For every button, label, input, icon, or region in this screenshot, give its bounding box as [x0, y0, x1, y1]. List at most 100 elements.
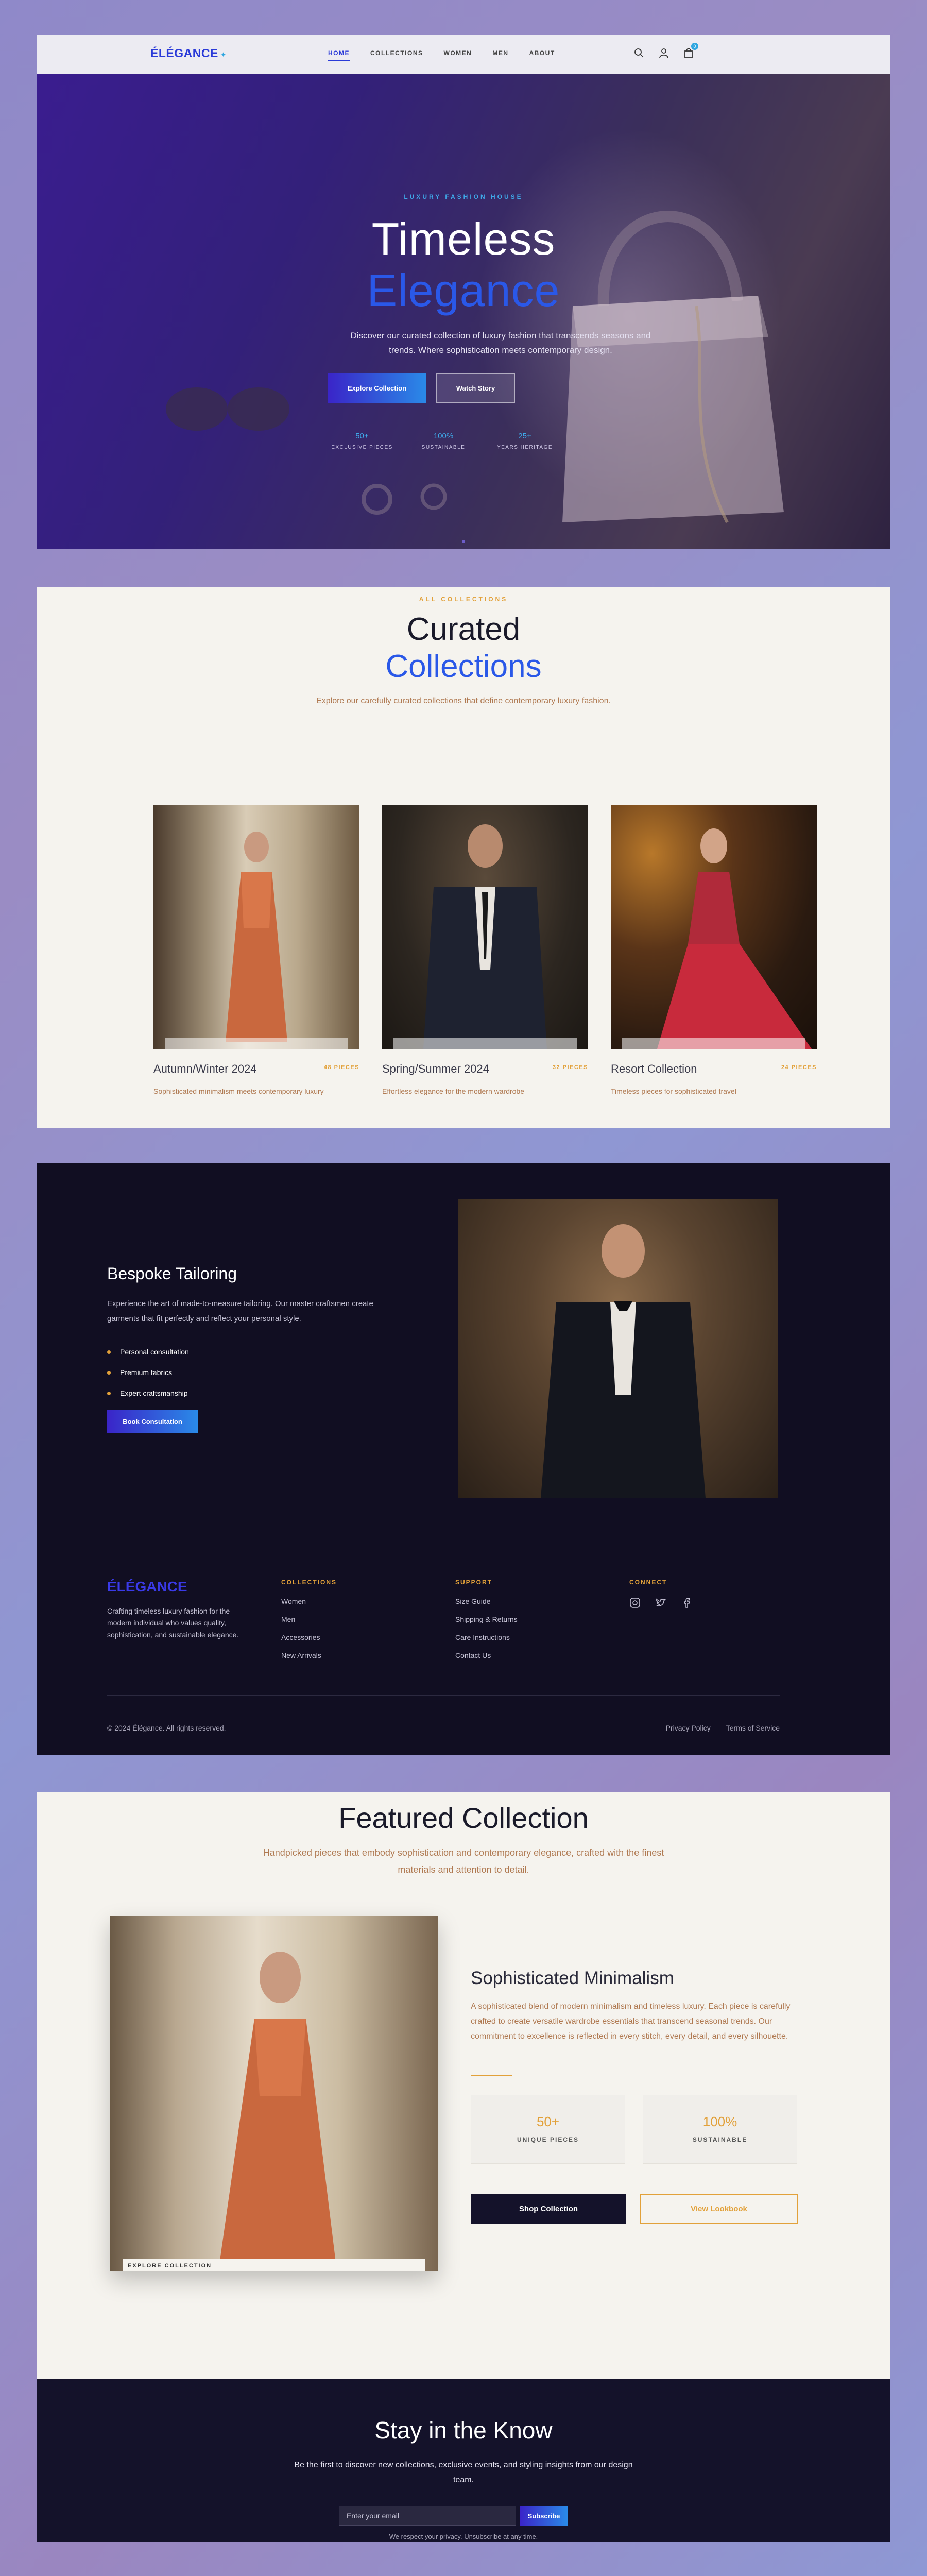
top-navigation: ÉLÉGANCE ✦ HOME COLLECTIONS WOMEN MEN ABO… [37, 35, 890, 74]
collections-description: Explore our carefully curated collection… [316, 697, 611, 705]
privacy-note: We respect your privacy. Unsubscribe at … [389, 2533, 538, 2540]
footer-link[interactable]: Size Guide [455, 1597, 518, 1615]
explore-collection-caption[interactable]: EXPLORE COLLECTION [123, 2259, 425, 2271]
footer-divider [107, 1695, 780, 1696]
collection-name: Spring/Summer 2024 [382, 1062, 489, 1075]
footer-link[interactable]: Care Instructions [455, 1633, 518, 1651]
book-consultation-button[interactable]: Book Consultation [107, 1410, 198, 1433]
footer-column-support: SUPPORT Size Guide Shipping & Returns Ca… [455, 1579, 518, 1669]
collection-name: Resort Collection [611, 1062, 697, 1075]
hero-eyebrow: LUXURY FASHION HOUSE [404, 193, 523, 200]
shop-collection-button[interactable]: Shop Collection [471, 2194, 626, 2224]
featured-image[interactable]: EXPLORE COLLECTION [110, 1916, 438, 2271]
bespoke-feature: Premium fabrics [107, 1362, 189, 1383]
collections-eyebrow: ALL COLLECTIONS [419, 596, 508, 603]
nav-link-collections[interactable]: COLLECTIONS [370, 49, 423, 61]
instagram-icon[interactable] [629, 1597, 641, 1608]
collection-description: Timeless pieces for sophisticated travel [611, 1087, 736, 1095]
card-overlay-bar [622, 1038, 805, 1049]
twitter-icon[interactable] [655, 1597, 667, 1608]
tailoring-image [458, 1199, 778, 1498]
sunglasses-illustration [166, 387, 289, 431]
footer-logo[interactable]: ÉLÉGANCE [107, 1579, 187, 1595]
featured-subtitle: Sophisticated Minimalism [471, 1968, 674, 1988]
footer-heading: CONNECT [629, 1579, 667, 1586]
hero-description: Discover our curated collection of luxur… [350, 331, 651, 355]
footer-link[interactable]: New Arrivals [281, 1651, 337, 1669]
bespoke-feature: Expert craftsmanship [107, 1383, 189, 1403]
card-overlay-bar [393, 1038, 577, 1049]
view-lookbook-button[interactable]: View Lookbook [640, 2194, 798, 2224]
privacy-policy-link[interactable]: Privacy Policy [666, 1724, 711, 1732]
collection-image-resort [611, 805, 817, 1049]
scroll-indicator[interactable] [462, 540, 465, 543]
collection-name: Autumn/Winter 2024 [153, 1062, 257, 1075]
gold-divider [471, 2075, 512, 2076]
footer-column-connect: CONNECT [629, 1579, 692, 1608]
footer-heading: SUPPORT [455, 1579, 493, 1586]
hero-stat: 25+ YEARS HERITAGE [496, 432, 553, 450]
bespoke-footer-section: Bespoke Tailoring Experience the art of … [37, 1163, 890, 1755]
copyright-text: © 2024 Élégance. All rights reserved. [107, 1724, 226, 1732]
legal-links: Privacy Policy Terms of Service [666, 1724, 780, 1732]
footer-heading: COLLECTIONS [281, 1579, 337, 1586]
newsletter-title: Stay in the Know [374, 2417, 553, 2444]
cart-count-badge: 0 [691, 43, 698, 50]
hero-section: ÉLÉGANCE ✦ HOME COLLECTIONS WOMEN MEN ABO… [37, 35, 890, 549]
featured-title: Featured Collection [338, 1802, 589, 1834]
collection-description: Effortless elegance for the modern wardr… [382, 1087, 525, 1095]
newsletter-description: Be the first to discover new collections… [294, 2461, 633, 2484]
nav-link-about[interactable]: ABOUT [529, 49, 555, 61]
footer-link[interactable]: Women [281, 1597, 337, 1615]
bullet-icon [107, 1350, 111, 1354]
collections-title-line1: Curated [406, 612, 521, 647]
nav-links: HOME COLLECTIONS WOMEN MEN ABOUT [328, 49, 555, 61]
facebook-icon[interactable] [681, 1597, 692, 1608]
footer-link[interactable]: Contact Us [455, 1651, 518, 1669]
featured-body: A sophisticated blend of modern minimali… [471, 2002, 791, 2041]
bullet-icon [107, 1370, 111, 1375]
explore-collection-button[interactable]: Explore Collection [328, 373, 426, 403]
hero-stat: 50+ EXCLUSIVE PIECES [331, 432, 393, 450]
hero-title-line1: Timeless [371, 213, 556, 264]
social-links [629, 1597, 692, 1608]
email-field[interactable] [339, 2506, 516, 2526]
collections-section: ALL COLLECTIONS Curated Collections Expl… [37, 587, 890, 1128]
collections-title-line2: Collections [385, 649, 542, 684]
collection-count: 24 PIECES [781, 1064, 817, 1071]
watch-story-button[interactable]: Watch Story [436, 373, 515, 403]
collection-description: Sophisticated minimalism meets contempor… [153, 1087, 324, 1095]
collection-card[interactable]: Spring/Summer 2024 32 PIECES Effortless … [382, 805, 588, 1095]
nav-link-men[interactable]: MEN [492, 49, 508, 61]
nav-link-home[interactable]: HOME [328, 49, 350, 61]
footer-link[interactable]: Shipping & Returns [455, 1615, 518, 1633]
hero-title-line2: Elegance [367, 265, 560, 316]
footer-link[interactable]: Accessories [281, 1633, 337, 1651]
featured-stat: 100% SUSTAINABLE [643, 2095, 797, 2164]
featured-description: Handpicked pieces that embody sophistica… [263, 1848, 664, 1875]
bespoke-feature: Personal consultation [107, 1342, 189, 1362]
nav-link-women[interactable]: WOMEN [444, 49, 472, 61]
bespoke-title: Bespoke Tailoring [107, 1264, 237, 1283]
collection-image-autumn-winter [153, 805, 359, 1049]
bullet-icon [107, 1391, 111, 1395]
bespoke-description: Experience the art of made-to-measure ta… [107, 1299, 373, 1323]
subscribe-button[interactable]: Subscribe [520, 2506, 568, 2526]
featured-stat: 50+ UNIQUE PIECES [471, 2095, 625, 2164]
user-icon[interactable] [658, 47, 670, 59]
terms-of-service-link[interactable]: Terms of Service [726, 1724, 780, 1732]
collection-image-spring-summer [382, 805, 588, 1049]
featured-collection-section: Featured Collection Handpicked pieces th… [37, 1792, 890, 2379]
collection-card[interactable]: Autumn/Winter 2024 48 PIECES Sophisticat… [153, 805, 359, 1095]
collection-card[interactable]: Resort Collection 24 PIECES Timeless pie… [611, 805, 817, 1095]
bag-icon[interactable]: 0 [683, 43, 698, 59]
footer-about: Crafting timeless luxury fashion for the… [107, 1607, 239, 1639]
hero-stats: 50+ EXCLUSIVE PIECES 100% SUSTAINABLE 25+ Y… [321, 432, 565, 450]
search-icon[interactable] [633, 47, 645, 59]
brand-logo[interactable]: ÉLÉGANCE ✦ [150, 46, 227, 60]
newsletter-section: Stay in the Know Be the first to discove… [37, 2379, 890, 2542]
collection-count: 48 PIECES [323, 1064, 359, 1071]
footer-column-collections: COLLECTIONS Women Men Accessories New Ar… [281, 1579, 337, 1669]
card-overlay-bar [165, 1038, 348, 1049]
footer-link[interactable]: Men [281, 1615, 337, 1633]
